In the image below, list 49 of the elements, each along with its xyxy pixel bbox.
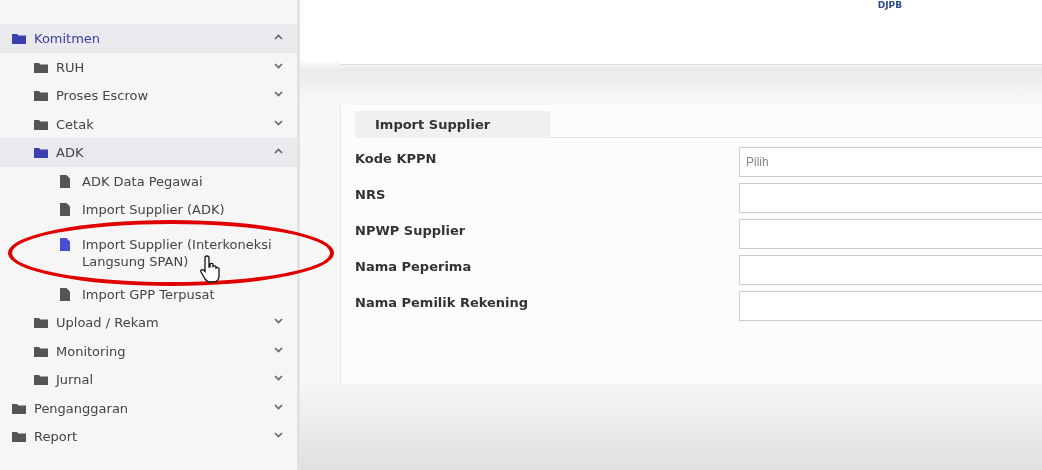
- chevron-up-icon: [274, 34, 283, 40]
- chevron-down-icon: [274, 318, 283, 324]
- folder-icon: [34, 147, 48, 158]
- menu-folder[interactable]: Report: [0, 422, 297, 451]
- chevron-up-icon: [274, 148, 283, 154]
- folder-icon: [34, 374, 48, 385]
- chevron-down-icon: [274, 346, 283, 353]
- folder-icon: [34, 90, 48, 101]
- menu-folder[interactable]: ADK: [0, 138, 297, 167]
- menu-item[interactable]: ADK Data Pegawai: [0, 166, 297, 195]
- hand-cursor-icon: [200, 254, 222, 284]
- field-label: Nama Pemilik Rekening: [355, 294, 530, 310]
- input-field[interactable]: [739, 219, 1042, 249]
- file-icon: [60, 287, 70, 301]
- select-field[interactable]: Pilih: [739, 147, 1042, 177]
- folder-icon: [12, 402, 26, 414]
- chevron-down-icon: [274, 375, 283, 381]
- menu-folder[interactable]: Upload / Rekam: [0, 308, 297, 337]
- field-label: NPWP Supplier: [355, 222, 467, 238]
- chevron-down-icon: [274, 91, 283, 97]
- panel-tab[interactable]: Import Supplier: [355, 111, 551, 138]
- field-label: Kode KPPN: [355, 150, 438, 166]
- menu-folder[interactable]: Cetak: [0, 109, 297, 138]
- menu-folder[interactable]: Penganggaran: [0, 393, 297, 422]
- menu-folder[interactable]: RUH: [0, 52, 297, 81]
- chevron-down-icon: [274, 62, 283, 69]
- chevron-down-icon: [274, 119, 283, 126]
- logo-text: DJPB: [877, 0, 902, 10]
- menu-folder[interactable]: Jurnal: [0, 365, 297, 394]
- file-icon: [60, 203, 70, 216]
- file-icon: [60, 237, 70, 251]
- menu-folder[interactable]: Monitoring: [0, 336, 297, 365]
- field-label: Nama Peperima: [355, 258, 473, 274]
- folder-icon: [12, 431, 26, 442]
- folder-icon: [34, 118, 48, 130]
- folder-icon: [34, 317, 48, 328]
- menu-item[interactable]: Import Supplier (ADK): [0, 195, 297, 224]
- folder-icon: [34, 61, 48, 73]
- input-field[interactable]: [739, 255, 1042, 285]
- menu-folder[interactable]: Proses Escrow: [0, 81, 297, 110]
- input-field[interactable]: [739, 291, 1042, 321]
- input-field[interactable]: [739, 183, 1042, 213]
- chevron-down-icon: [274, 432, 283, 438]
- folder-icon: [34, 345, 48, 357]
- menu-folder[interactable]: Komitmen: [0, 24, 297, 53]
- field-label: NRS: [355, 186, 387, 202]
- folder-icon: [12, 33, 26, 44]
- chevron-down-icon: [274, 403, 283, 410]
- file-icon: [60, 174, 70, 188]
